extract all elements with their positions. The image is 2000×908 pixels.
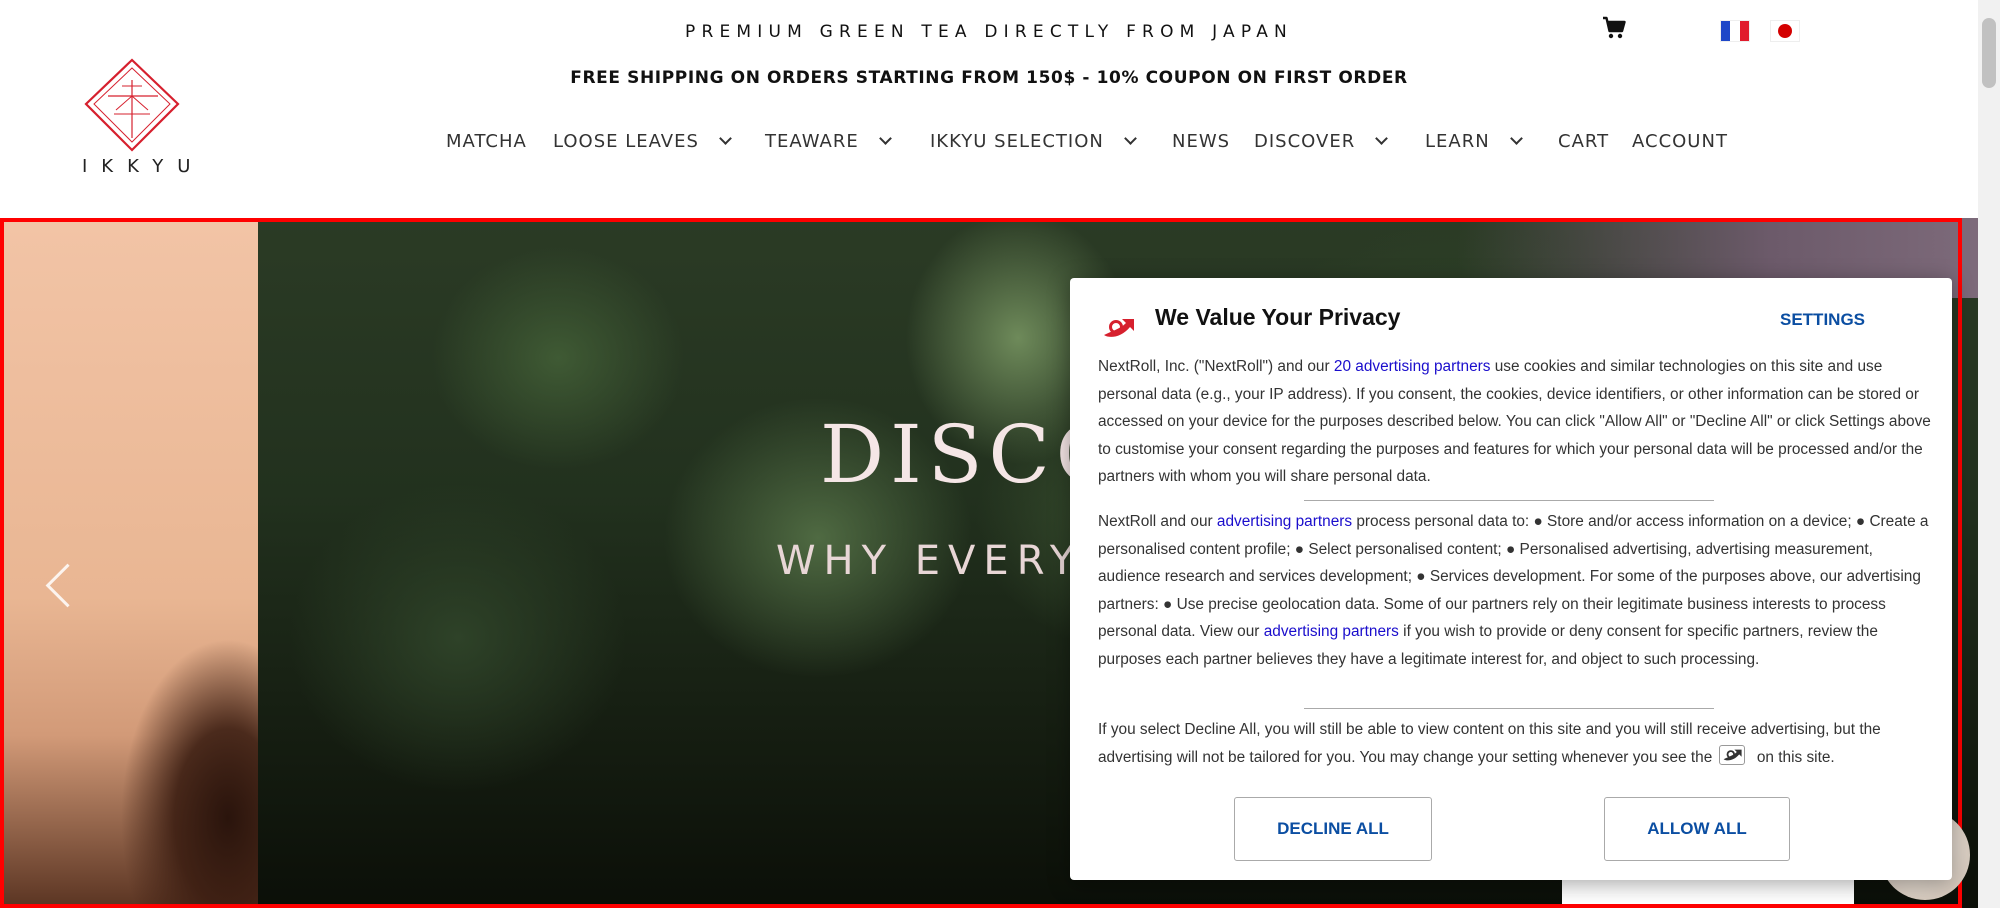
consent-paragraph-1: NextRoll, Inc. ("NextRoll") and our 20 a…: [1098, 353, 1932, 491]
nav-item-news[interactable]: NEWS: [1172, 131, 1230, 152]
hero-subtitle: WHY EVERY: [776, 538, 1083, 584]
shipping-banner: FREE SHIPPING ON ORDERS STARTING FROM 15…: [570, 68, 1408, 88]
privacy-consent-dialog: We Value Your Privacy SETTINGS NextRoll,…: [1070, 278, 1952, 880]
nav-item-ikkyu-selection[interactable]: IKKYU SELECTION: [930, 131, 1137, 152]
nav-label: LEARN: [1425, 131, 1490, 152]
consent-text: on this site.: [1752, 748, 1835, 766]
consent-text: process personal data to: ● Store and/or…: [1098, 513, 1929, 640]
nav-label: NEWS: [1172, 131, 1231, 152]
flag-jp-icon[interactable]: [1770, 20, 1800, 42]
nav-label: CART: [1558, 131, 1610, 152]
nav-label: DISCOVER: [1254, 131, 1356, 152]
decline-all-button[interactable]: DECLINE ALL: [1234, 797, 1432, 861]
tagline: PREMIUM GREEN TEA DIRECTLY FROM JAPAN: [685, 22, 1293, 42]
nav-item-account[interactable]: ACCOUNT: [1632, 131, 1728, 152]
cart-icon[interactable]: [1602, 16, 1626, 40]
consent-title: We Value Your Privacy: [1155, 304, 1401, 330]
nav-item-loose-leaves[interactable]: LOOSE LEAVES: [553, 131, 732, 152]
nav-item-teaware[interactable]: TEAWARE: [765, 131, 892, 152]
advertising-partners-link[interactable]: advertising partners: [1217, 513, 1352, 530]
nav-label: IKKYU SELECTION: [930, 131, 1104, 152]
nav-item-discover[interactable]: DISCOVER: [1254, 131, 1389, 152]
chevron-down-icon: [719, 132, 732, 145]
divider: [1304, 500, 1714, 501]
main-nav: MATCHA LOOSE LEAVES TEAWARE IKKYU SELECT…: [0, 131, 1978, 161]
allow-all-button[interactable]: ALLOW ALL: [1604, 797, 1790, 861]
nav-item-cart[interactable]: CART: [1558, 131, 1609, 152]
flag-fr-icon[interactable]: [1720, 20, 1750, 42]
chevron-down-icon: [1509, 132, 1523, 145]
consent-text: use cookies and similar technologies on …: [1098, 358, 1931, 485]
nav-label: LOOSE LEAVES: [553, 131, 699, 152]
nav-label: TEAWARE: [765, 131, 859, 152]
site-header: PREMIUM GREEN TEA DIRECTLY FROM JAPAN FR…: [0, 0, 1978, 218]
nav-label: MATCHA: [446, 131, 527, 152]
nav-item-matcha[interactable]: MATCHA: [446, 131, 527, 152]
chevron-down-icon: [878, 132, 892, 145]
settings-link[interactable]: SETTINGS: [1780, 310, 1865, 330]
advertising-partners-count-link[interactable]: 20 advertising partners: [1334, 358, 1491, 375]
consent-paragraph-2: NextRoll and our advertising partners pr…: [1098, 508, 1932, 673]
advertising-partners-link[interactable]: advertising partners: [1264, 623, 1399, 640]
consent-text: NextRoll, Inc. ("NextRoll") and our: [1098, 358, 1334, 375]
consent-text: NextRoll and our: [1098, 513, 1217, 530]
chevron-down-icon: [1375, 132, 1389, 145]
nav-item-learn[interactable]: LEARN: [1425, 131, 1523, 152]
chevron-left-icon[interactable]: [38, 556, 78, 616]
nextroll-settings-icon[interactable]: [1718, 745, 1745, 766]
nextroll-logo-icon: [1100, 313, 1136, 343]
divider: [1304, 708, 1714, 709]
page-scrollbar[interactable]: [1978, 0, 2000, 908]
chevron-down-icon: [1124, 132, 1137, 145]
scrollbar-thumb[interactable]: [1982, 18, 1996, 88]
consent-paragraph-3: If you select Decline All, you will stil…: [1098, 716, 1932, 771]
nav-label: ACCOUNT: [1632, 131, 1728, 152]
